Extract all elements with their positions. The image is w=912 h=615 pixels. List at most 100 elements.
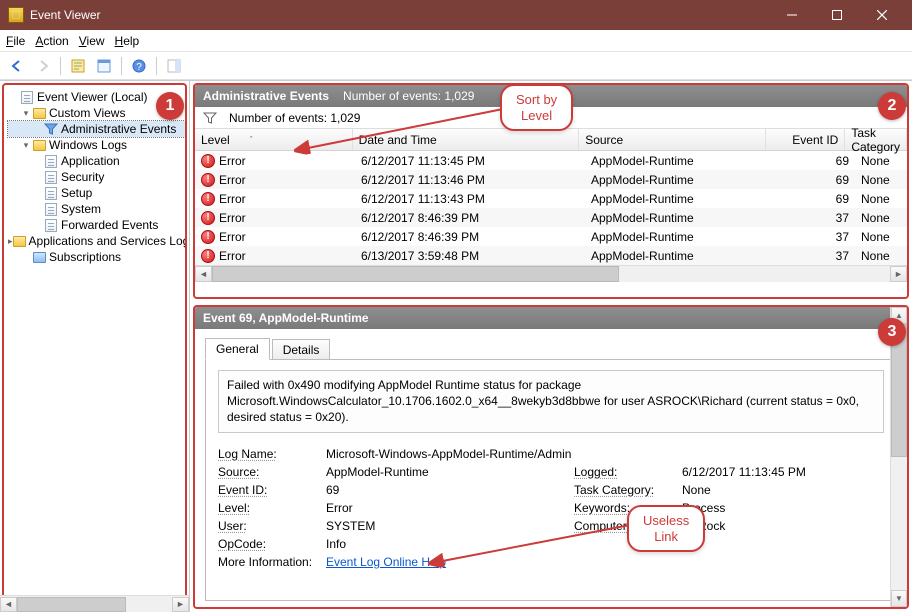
event-row[interactable]: !Error6/12/2017 11:13:45 PMAppModel-Runt… xyxy=(195,151,907,170)
cell-source: AppModel-Runtime xyxy=(585,173,775,187)
annotation-box-3: Event 69, AppModel-Runtime General Detai… xyxy=(193,305,909,609)
forward-button[interactable] xyxy=(32,55,54,77)
label-log-name: Log Name: xyxy=(218,447,318,461)
cell-level: Error xyxy=(219,192,246,206)
event-row[interactable]: !Error6/12/2017 8:46:39 PMAppModel-Runti… xyxy=(195,227,907,246)
error-icon: ! xyxy=(201,249,215,263)
cell-level: Error xyxy=(219,249,246,263)
column-header-level[interactable]: Levelˆ xyxy=(195,129,353,150)
back-button[interactable] xyxy=(6,55,28,77)
annotation-badge-1: 1 xyxy=(156,92,184,120)
tab-details[interactable]: Details xyxy=(272,339,331,360)
cell-level: Error xyxy=(219,173,246,187)
value-log-name: Microsoft-Windows-AppModel-Runtime/Admin xyxy=(326,447,884,461)
tab-general[interactable]: General xyxy=(205,338,270,360)
tree-node-windows-logs[interactable]: ▾Windows Logs xyxy=(8,137,185,153)
tree-node-forwarded-events[interactable]: Forwarded Events xyxy=(8,217,185,233)
window-title: Event Viewer xyxy=(30,8,769,22)
tree-node-applications-and-services-logs[interactable]: ▸Applications and Services Logs xyxy=(8,233,185,249)
label-opcode: OpCode: xyxy=(218,537,318,551)
cell-source: AppModel-Runtime xyxy=(585,192,775,206)
label-user: User: xyxy=(218,519,318,533)
menu-view[interactable]: View xyxy=(79,34,105,48)
scroll-down-button[interactable]: ▼ xyxy=(891,590,907,607)
filter-icon xyxy=(44,122,58,136)
cell-date: 6/12/2017 11:13:43 PM xyxy=(355,192,585,206)
column-header-event-id[interactable]: Event ID xyxy=(766,129,845,150)
tree-node-label: Event Viewer (Local) xyxy=(37,89,148,105)
column-header-date[interactable]: Date and Time xyxy=(353,129,580,150)
event-properties: Log Name: Microsoft-Windows-AppModel-Run… xyxy=(218,447,884,569)
cell-task: None xyxy=(855,154,907,168)
list-title: Administrative Events xyxy=(203,89,329,103)
menu-help[interactable]: Help xyxy=(115,34,140,48)
label-level: Level: xyxy=(218,501,318,515)
tree-expander-icon[interactable]: ▾ xyxy=(20,137,32,153)
annotation-box-1: Event Viewer (Local)▾Custom ViewsAdminis… xyxy=(2,83,187,610)
tree-node-label: Subscriptions xyxy=(49,249,121,265)
minimize-button[interactable] xyxy=(769,0,814,30)
label-source: Source: xyxy=(218,465,318,479)
cell-date: 6/13/2017 3:59:48 PM xyxy=(355,249,585,263)
label-more-info: More Information: xyxy=(218,555,318,569)
menu-file[interactable]: File xyxy=(6,34,25,48)
label-task-category: Task Category: xyxy=(574,483,674,497)
value-user: SYSTEM xyxy=(326,519,566,533)
cell-event-id: 37 xyxy=(775,230,855,244)
detail-vertical-scrollbar[interactable]: ▲ ▼ xyxy=(890,307,907,607)
column-header-source[interactable]: Source xyxy=(579,129,766,150)
cell-task: None xyxy=(855,249,907,263)
event-row[interactable]: ! Error 6/13/2017 3:59:48 PMAppModel-Runti… xyxy=(195,246,907,265)
tree-node-label: Administrative Events xyxy=(61,121,176,137)
action-pane-button[interactable] xyxy=(163,55,185,77)
tree-horizontal-scrollbar[interactable]: ◄ ► xyxy=(0,595,189,612)
tree-node-application[interactable]: Application xyxy=(8,153,185,169)
titlebar: Event Viewer xyxy=(0,0,912,30)
detail-tabs: General Details xyxy=(195,335,907,359)
column-header-task[interactable]: Task Category xyxy=(845,129,907,150)
event-row[interactable]: !Error6/12/2017 11:13:46 PMAppModel-Runt… xyxy=(195,170,907,189)
event-row[interactable]: !Error6/12/2017 11:13:43 PMAppModel-Runt… xyxy=(195,189,907,208)
grid-body[interactable]: !Error6/12/2017 11:13:45 PMAppModel-Runt… xyxy=(195,151,907,265)
tree-node-system[interactable]: System xyxy=(8,201,185,217)
cell-event-id: 69 xyxy=(775,192,855,206)
error-icon: ! xyxy=(201,154,215,168)
close-button[interactable] xyxy=(859,0,904,30)
help-button[interactable]: ? xyxy=(128,55,150,77)
properties-button[interactable] xyxy=(93,55,115,77)
scroll-left-button[interactable]: ◄ xyxy=(195,266,212,282)
toolbar-separator xyxy=(121,57,122,75)
tree-node-subscriptions[interactable]: Subscriptions xyxy=(8,249,185,265)
tree-node-label: Application xyxy=(61,153,120,169)
tree-node-security[interactable]: Security xyxy=(8,169,185,185)
menubar: File Action View Help xyxy=(0,30,912,52)
tree-node-label: Setup xyxy=(61,185,92,201)
value-source: AppModel-Runtime xyxy=(326,465,566,479)
show-hide-tree-button[interactable] xyxy=(67,55,89,77)
cell-date: 6/12/2017 8:46:39 PM xyxy=(355,230,585,244)
filter-count-label: Number of events: 1,029 xyxy=(229,111,360,125)
cell-source: AppModel-Runtime xyxy=(585,249,775,263)
tree-node-label: Security xyxy=(61,169,104,185)
tree[interactable]: Event Viewer (Local)▾Custom ViewsAdminis… xyxy=(8,89,185,265)
cell-task: None xyxy=(855,211,907,225)
toolbar-separator xyxy=(156,57,157,75)
scroll-right-button[interactable]: ► xyxy=(890,266,907,282)
menu-action[interactable]: Action xyxy=(35,34,68,48)
tree-node-administrative-events[interactable]: Administrative Events xyxy=(8,121,185,137)
tree-expander-icon[interactable]: ▾ xyxy=(20,105,32,121)
error-icon: ! xyxy=(201,230,215,244)
tree-node-setup[interactable]: Setup xyxy=(8,185,185,201)
tree-pane: Event Viewer (Local)▾Custom ViewsAdminis… xyxy=(0,81,190,612)
label-event-id: Event ID: xyxy=(218,483,318,497)
sort-indicator-icon: ˆ xyxy=(250,135,253,145)
event-row[interactable]: !Error6/12/2017 8:46:39 PMAppModel-Runti… xyxy=(195,208,907,227)
grid-horizontal-scrollbar[interactable]: ◄ ► xyxy=(195,265,907,282)
cell-task: None xyxy=(855,230,907,244)
event-log-online-help-link[interactable]: Event Log Online Help xyxy=(326,555,446,569)
toolbar-separator xyxy=(60,57,61,75)
maximize-button[interactable] xyxy=(814,0,859,30)
error-icon: ! xyxy=(201,211,215,225)
annotation-badge-3: 3 xyxy=(878,318,906,346)
cell-event-id: 37 xyxy=(775,211,855,225)
